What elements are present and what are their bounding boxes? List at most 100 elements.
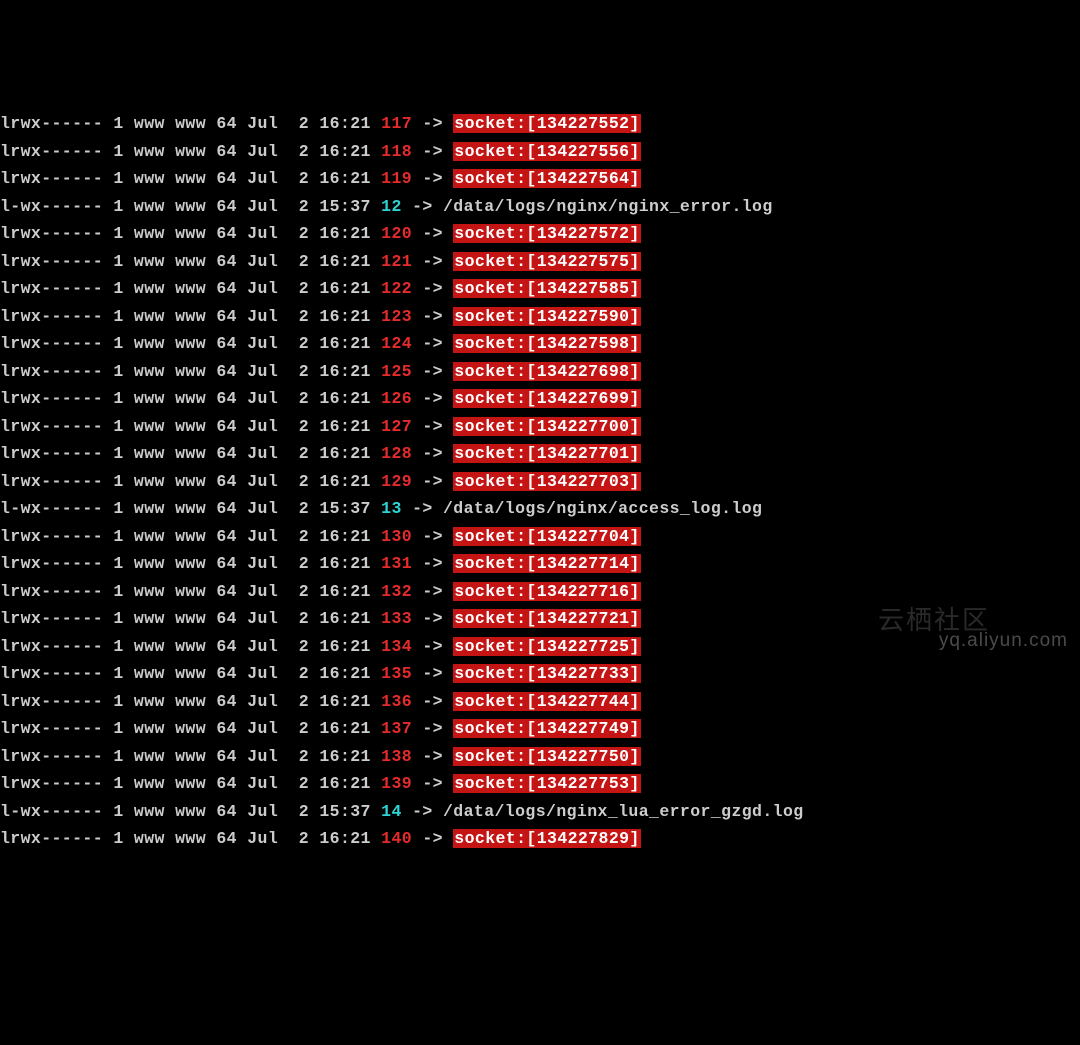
file-meta: l-wx------ 1 www www 64 Jul 2 15:37: [0, 499, 381, 518]
socket-target: socket:[134227700]: [453, 417, 640, 436]
file-meta: lrwx------ 1 www www 64 Jul 2 16:21: [0, 307, 381, 326]
ls-row: l-wx------ 1 www www 64 Jul 2 15:37 12 -…: [0, 193, 1080, 221]
file-meta: lrwx------ 1 www www 64 Jul 2 16:21: [0, 362, 381, 381]
fd-number: 134: [381, 637, 412, 656]
socket-target: socket:[134227829]: [453, 829, 640, 848]
file-meta: lrwx------ 1 www www 64 Jul 2 16:21: [0, 692, 381, 711]
arrow: ->: [412, 719, 453, 738]
arrow: ->: [412, 472, 453, 491]
arrow: ->: [412, 417, 453, 436]
arrow: ->: [412, 664, 453, 683]
fd-number: 131: [381, 554, 412, 573]
fd-number: 137: [381, 719, 412, 738]
ls-row: lrwx------ 1 www www 64 Jul 2 16:21 132 …: [0, 578, 1080, 606]
socket-target: socket:[134227703]: [453, 472, 640, 491]
arrow: ->: [412, 252, 453, 271]
fd-number: 139: [381, 774, 412, 793]
arrow: ->: [412, 582, 453, 601]
fd-number: 140: [381, 829, 412, 848]
file-meta: lrwx------ 1 www www 64 Jul 2 16:21: [0, 719, 381, 738]
fd-number: 124: [381, 334, 412, 353]
ls-row: lrwx------ 1 www www 64 Jul 2 16:21 140 …: [0, 825, 1080, 853]
ls-row: lrwx------ 1 www www 64 Jul 2 16:21 127 …: [0, 413, 1080, 441]
arrow: ->: [412, 527, 453, 546]
file-meta: l-wx------ 1 www www 64 Jul 2 15:37: [0, 802, 381, 821]
arrow: ->: [412, 389, 453, 408]
file-meta: lrwx------ 1 www www 64 Jul 2 16:21: [0, 829, 381, 848]
file-meta: lrwx------ 1 www www 64 Jul 2 16:21: [0, 664, 381, 683]
socket-target: socket:[134227556]: [453, 142, 640, 161]
ls-row: lrwx------ 1 www www 64 Jul 2 16:21 122 …: [0, 275, 1080, 303]
arrow: ->: [412, 114, 453, 133]
ls-row: lrwx------ 1 www www 64 Jul 2 16:21 119 …: [0, 165, 1080, 193]
socket-target: socket:[134227753]: [453, 774, 640, 793]
socket-target: socket:[134227714]: [453, 554, 640, 573]
fd-number: 119: [381, 169, 412, 188]
fd-number: 138: [381, 747, 412, 766]
watermark-text: yq.aliyun.com: [939, 627, 1068, 655]
file-target: /data/logs/nginx/access_log.log: [443, 499, 762, 518]
file-meta: lrwx------ 1 www www 64 Jul 2 16:21: [0, 169, 381, 188]
ls-row: lrwx------ 1 www www 64 Jul 2 16:21 118 …: [0, 138, 1080, 166]
socket-target: socket:[134227725]: [453, 637, 640, 656]
fd-number: 133: [381, 609, 412, 628]
ls-row: lrwx------ 1 www www 64 Jul 2 16:21 126 …: [0, 385, 1080, 413]
socket-target: socket:[134227598]: [453, 334, 640, 353]
socket-target: socket:[134227572]: [453, 224, 640, 243]
arrow: ->: [412, 692, 453, 711]
arrow: ->: [412, 224, 453, 243]
fd-number: 13: [381, 499, 402, 518]
fd-number: 127: [381, 417, 412, 436]
socket-target: socket:[134227750]: [453, 747, 640, 766]
arrow: ->: [412, 169, 453, 188]
arrow: ->: [412, 774, 453, 793]
file-meta: lrwx------ 1 www www 64 Jul 2 16:21: [0, 637, 381, 656]
fd-number: 121: [381, 252, 412, 271]
ls-row: lrwx------ 1 www www 64 Jul 2 16:21 125 …: [0, 358, 1080, 386]
fd-number: 12: [381, 197, 402, 216]
fd-number: 128: [381, 444, 412, 463]
ls-row: lrwx------ 1 www www 64 Jul 2 16:21 136 …: [0, 688, 1080, 716]
file-meta: lrwx------ 1 www www 64 Jul 2 16:21: [0, 444, 381, 463]
arrow: ->: [412, 279, 453, 298]
fd-number: 125: [381, 362, 412, 381]
file-meta: lrwx------ 1 www www 64 Jul 2 16:21: [0, 224, 381, 243]
ls-row: lrwx------ 1 www www 64 Jul 2 16:21 131 …: [0, 550, 1080, 578]
arrow: ->: [412, 554, 453, 573]
file-meta: lrwx------ 1 www www 64 Jul 2 16:21: [0, 114, 381, 133]
file-meta: lrwx------ 1 www www 64 Jul 2 16:21: [0, 747, 381, 766]
ls-row: lrwx------ 1 www www 64 Jul 2 16:21 130 …: [0, 523, 1080, 551]
ls-row: l-wx------ 1 www www 64 Jul 2 15:37 13 -…: [0, 495, 1080, 523]
file-meta: lrwx------ 1 www www 64 Jul 2 16:21: [0, 609, 381, 628]
fd-number: 126: [381, 389, 412, 408]
fd-number: 132: [381, 582, 412, 601]
file-meta: lrwx------ 1 www www 64 Jul 2 16:21: [0, 252, 381, 271]
arrow: ->: [412, 142, 453, 161]
socket-target: socket:[134227699]: [453, 389, 640, 408]
ls-row: lrwx------ 1 www www 64 Jul 2 16:21 117 …: [0, 110, 1080, 138]
ls-row: lrwx------ 1 www www 64 Jul 2 16:21 128 …: [0, 440, 1080, 468]
socket-target: socket:[134227590]: [453, 307, 640, 326]
arrow: ->: [412, 829, 453, 848]
arrow: ->: [402, 197, 443, 216]
socket-target: socket:[134227575]: [453, 252, 640, 271]
file-meta: lrwx------ 1 www www 64 Jul 2 16:21: [0, 582, 381, 601]
arrow: ->: [412, 362, 453, 381]
socket-target: socket:[134227749]: [453, 719, 640, 738]
socket-target: socket:[134227733]: [453, 664, 640, 683]
file-meta: lrwx------ 1 www www 64 Jul 2 16:21: [0, 527, 381, 546]
ls-row: lrwx------ 1 www www 64 Jul 2 16:21 123 …: [0, 303, 1080, 331]
socket-target: socket:[134227564]: [453, 169, 640, 188]
fd-number: 120: [381, 224, 412, 243]
file-meta: lrwx------ 1 www www 64 Jul 2 16:21: [0, 389, 381, 408]
socket-target: socket:[134227552]: [453, 114, 640, 133]
arrow: ->: [412, 637, 453, 656]
ls-row: lrwx------ 1 www www 64 Jul 2 16:21 135 …: [0, 660, 1080, 688]
ls-row: lrwx------ 1 www www 64 Jul 2 16:21 139 …: [0, 770, 1080, 798]
fd-number: 14: [381, 802, 402, 821]
ls-row: l-wx------ 1 www www 64 Jul 2 15:37 14 -…: [0, 798, 1080, 826]
ls-row: lrwx------ 1 www www 64 Jul 2 16:21 134 …: [0, 633, 1080, 661]
file-target: /data/logs/nginx/nginx_error.log: [443, 197, 773, 216]
file-meta: lrwx------ 1 www www 64 Jul 2 16:21: [0, 774, 381, 793]
ls-row: lrwx------ 1 www www 64 Jul 2 16:21 120 …: [0, 220, 1080, 248]
